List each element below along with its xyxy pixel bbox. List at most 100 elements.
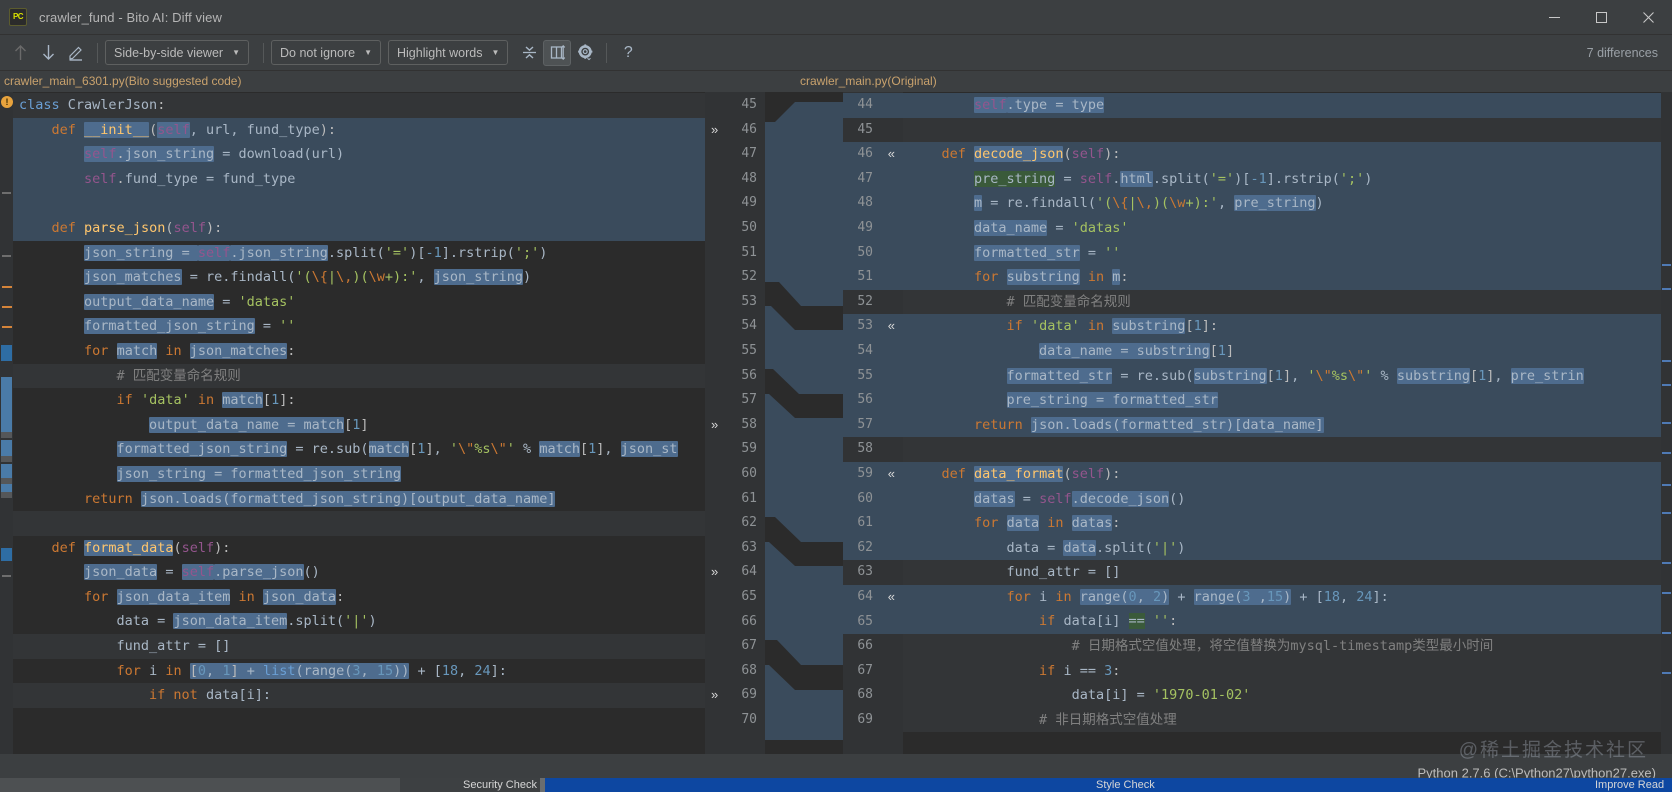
code-line[interactable]: def format_data(self): — [13, 536, 705, 561]
minimize-icon[interactable] — [1531, 0, 1578, 34]
left-code-content: class CrawlerJson: def __init__(self, ur… — [13, 93, 705, 708]
gutter-line: 57 — [705, 388, 765, 413]
code-line[interactable]: fund_attr = [] — [903, 560, 1672, 585]
maximize-icon[interactable] — [1578, 0, 1625, 34]
code-line[interactable]: if not data[i]: — [13, 683, 705, 708]
code-line[interactable]: def data_format(self): — [903, 461, 1672, 487]
code-line[interactable]: datas = self.decode_json() — [903, 486, 1672, 512]
window-title: crawler_fund - Bito AI: Diff view — [39, 9, 222, 25]
code-line[interactable]: for i in range(0, 2) + range(3 ,15) + [1… — [903, 584, 1672, 610]
gutter-line: 70 — [705, 708, 765, 733]
code-line-text: class CrawlerJson: — [19, 97, 166, 113]
code-line[interactable] — [903, 117, 1672, 143]
bottom-label-security[interactable]: Security Check — [463, 779, 537, 791]
code-line[interactable]: return json.loads(formatted_json_string)… — [13, 487, 705, 512]
code-line[interactable]: self.fund_type = fund_type — [13, 166, 705, 192]
code-line[interactable]: pre_string = self.html.split('=')[-1].rs… — [903, 166, 1672, 192]
code-line[interactable]: data = data.split('|') — [903, 535, 1672, 561]
code-line[interactable]: json_data = self.parse_json() — [13, 560, 705, 585]
revert-change-icon[interactable]: « — [888, 314, 895, 339]
apply-change-icon[interactable]: » — [711, 683, 718, 708]
code-line[interactable]: data = json_data_item.split('|') — [13, 609, 705, 634]
columns-icon[interactable] — [543, 39, 572, 66]
code-line[interactable]: # 匹配变量命名规则 — [903, 289, 1672, 315]
code-line[interactable]: formatted_str = '' — [903, 240, 1672, 266]
code-line[interactable]: if 'data' in match[1]: — [13, 388, 705, 413]
revert-change-icon[interactable]: « — [888, 462, 895, 487]
code-line[interactable] — [13, 511, 705, 536]
code-line[interactable]: data[i] = '1970-01-02' — [903, 683, 1672, 708]
code-line[interactable]: formatted_json_string = '' — [13, 314, 705, 339]
marker-tick — [2, 575, 11, 577]
code-line[interactable]: fund_attr = [] — [13, 634, 705, 659]
bottom-label-style[interactable]: Style Check — [1096, 779, 1155, 791]
code-line-text: # 日期格式空值处理，将空值替换为mysql-timestamp类型最小时间 — [1071, 638, 1494, 655]
code-line[interactable] — [13, 191, 705, 216]
warning-icon[interactable]: ! — [1, 96, 13, 108]
code-line[interactable]: for data in datas: — [903, 511, 1672, 536]
right-editor-pane[interactable]: self.type = type def decode_json(self): … — [903, 92, 1672, 754]
line-number: 52 — [857, 293, 873, 309]
gear-icon[interactable] — [571, 40, 599, 66]
code-line[interactable]: for i in [0, 1] + list(range(3, 15)) + [… — [13, 659, 705, 684]
code-line[interactable]: self.json_string = download(url) — [13, 142, 705, 167]
left-file-title: crawler_main_6301.py(Bito suggested code… — [4, 74, 242, 88]
code-line[interactable]: json_string = formatted_json_string — [13, 462, 705, 487]
code-line[interactable]: # 匹配变量命名规则 — [13, 363, 705, 389]
code-line[interactable]: json_string = self.json_string.split('='… — [13, 241, 705, 266]
previous-difference-icon[interactable] — [6, 40, 34, 66]
code-line[interactable]: formatted_json_string = re.sub(match[1],… — [13, 437, 705, 462]
code-line[interactable]: for json_data_item in json_data: — [13, 585, 705, 610]
marker-block — [1, 464, 12, 478]
code-line[interactable]: if data[i] == '': — [903, 609, 1672, 635]
revert-change-icon[interactable]: « — [888, 585, 895, 610]
code-line[interactable]: # 日期格式空值处理，将空值替换为mysql-timestamp类型最小时间 — [903, 634, 1672, 659]
collapse-unchanged-icon[interactable] — [515, 40, 543, 66]
diff-connector-strip[interactable] — [765, 92, 843, 754]
code-line[interactable]: if 'data' in substring[1]: — [903, 314, 1672, 339]
line-number: 51 — [741, 244, 757, 260]
ignore-mode-dropdown[interactable]: Do not ignore ▼ — [271, 40, 381, 65]
code-line[interactable]: pre_string = formatted_str — [903, 388, 1672, 413]
chevron-down-icon: ▼ — [232, 48, 240, 57]
bottom-label-improve[interactable]: Improve Read — [1595, 779, 1664, 791]
code-line[interactable]: self.type = type — [903, 93, 1672, 118]
code-line[interactable]: data_name = substring[1] — [903, 338, 1672, 364]
code-line[interactable]: if i == 3: — [903, 658, 1672, 684]
line-number: 53 — [857, 318, 873, 334]
diff-toolbar: Side-by-side viewer ▼ Do not ignore ▼ Hi… — [0, 35, 1672, 71]
code-line[interactable]: data_name = 'datas' — [903, 215, 1672, 241]
code-line[interactable]: for substring in m: — [903, 265, 1672, 290]
code-line[interactable]: m = re.findall('(\{|\,)(\w+):', pre_stri… — [903, 191, 1672, 216]
apply-change-icon[interactable]: » — [711, 118, 718, 143]
apply-change-icon[interactable]: » — [711, 560, 718, 585]
code-line[interactable]: for match in json_matches: — [13, 339, 705, 364]
code-line[interactable]: def parse_json(self): — [13, 215, 705, 241]
apply-change-icon[interactable]: » — [711, 413, 718, 438]
right-marker-strip[interactable] — [1661, 92, 1672, 754]
diff-window: PC crawler_fund - Bito AI: Diff view Sid… — [0, 0, 1672, 792]
close-icon[interactable] — [1625, 0, 1672, 34]
code-line[interactable]: def decode_json(self): — [903, 142, 1672, 167]
pencil-icon[interactable] — [62, 40, 90, 66]
gutter-line: 65 — [843, 609, 903, 635]
left-editor-pane[interactable]: class CrawlerJson: def __init__(self, ur… — [13, 92, 705, 754]
code-line[interactable]: output_data_name = 'datas' — [13, 290, 705, 315]
help-icon[interactable]: ? — [614, 40, 642, 66]
code-line[interactable]: output_data_name = match[1] — [13, 413, 705, 438]
code-line[interactable] — [903, 437, 1672, 462]
gutter-line: 49 — [705, 191, 765, 216]
code-line[interactable]: class CrawlerJson: — [13, 93, 705, 118]
revert-change-icon[interactable]: « — [888, 142, 895, 167]
code-line[interactable]: # 非日期格式空值处理 — [903, 707, 1672, 733]
code-line[interactable]: def __init__(self, url, fund_type): — [13, 117, 705, 143]
code-line[interactable]: formatted_str = re.sub(substring[1], '\"… — [903, 363, 1672, 389]
viewer-mode-dropdown[interactable]: Side-by-side viewer ▼ — [105, 40, 249, 65]
left-marker-strip[interactable]: ! — [0, 92, 13, 754]
code-line[interactable]: json_matches = re.findall('(\{|\,)(\w+):… — [13, 265, 705, 290]
line-number: 55 — [857, 367, 873, 383]
gutter-line: 56 — [843, 388, 903, 413]
next-difference-icon[interactable] — [34, 40, 62, 66]
highlight-mode-dropdown[interactable]: Highlight words ▼ — [387, 40, 509, 65]
code-line[interactable]: return json.loads(formatted_str)[data_na… — [903, 412, 1672, 438]
